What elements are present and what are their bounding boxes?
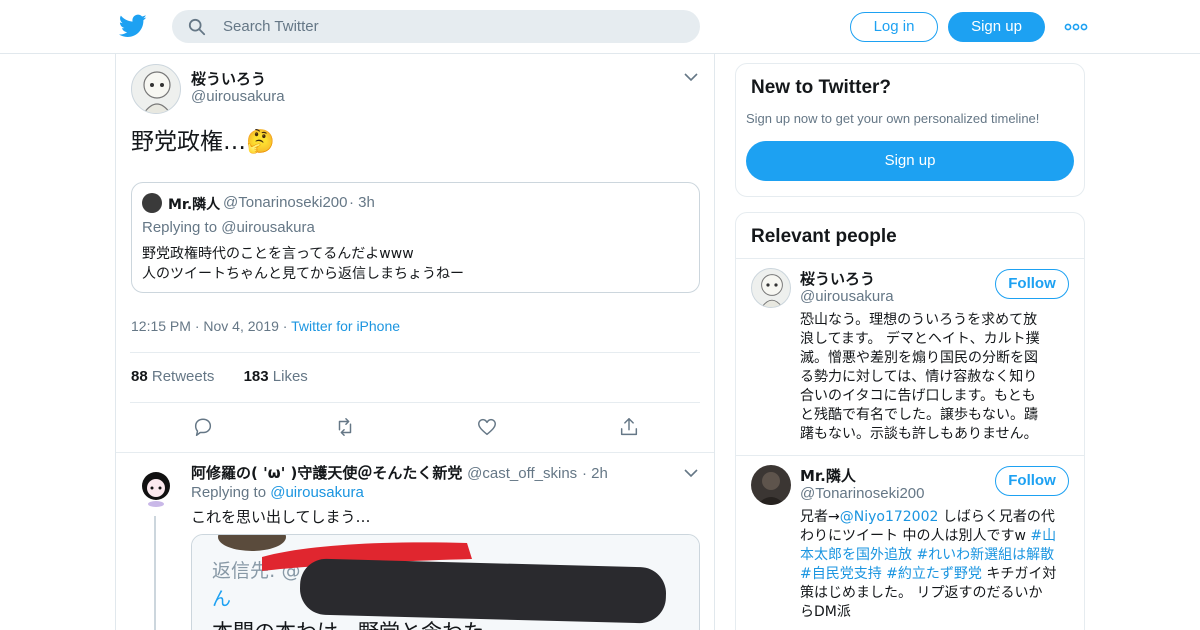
reply-author[interactable]: 阿修羅の( 'ω' )守護天使＠そんたく新党 @cast_off_skins ·… — [191, 462, 608, 483]
tweet-time: 12:15 PM — [131, 318, 191, 334]
reply-author-name[interactable]: 阿修羅の( 'ω' )守護天使＠そんたく新党 — [191, 464, 462, 482]
hashtag-link[interactable]: #自民党支持 — [800, 566, 882, 582]
divider — [130, 402, 700, 403]
likes-stat[interactable]: 183 Likes — [244, 368, 308, 385]
person-bio: 兄者→@Niyo172002 しばらく兄者の代 わりにツイート 中の人は別人です… — [800, 509, 1057, 620]
quote-text-line: 野党政権時代のことを言ってるんだよwww — [142, 246, 414, 262]
top-bar: Search Twitter Log in Sign up — [0, 0, 1200, 54]
reply-author-handle[interactable]: @cast_off_skins — [467, 465, 577, 482]
divider — [116, 452, 714, 453]
tweet-source-link[interactable]: Twitter for iPhone — [291, 318, 400, 334]
redacted-screenshot-icon: 返信先: @ ん 本間の本わけ、野党と含わた — [192, 535, 699, 630]
reply-text: これを思い出してしまう… — [191, 508, 371, 526]
person-name[interactable]: 桜ういろう — [800, 268, 875, 289]
retweet-icon[interactable] — [334, 416, 356, 438]
thread-line — [154, 516, 156, 630]
reply-time: · 2h — [581, 465, 608, 482]
relevant-people-card: Relevant people 桜ういろう @uirousakura Follo… — [735, 212, 1085, 630]
signup-button[interactable]: Sign up — [746, 141, 1074, 181]
hashtag-link[interactable]: #山 — [1030, 528, 1056, 544]
media-text: 本間の本わけ、野党と含わた — [212, 620, 484, 630]
hashtag-link[interactable]: #れいわ新選組は解散 — [912, 547, 1054, 563]
avatar[interactable] — [751, 268, 791, 308]
person-name[interactable]: Mr.隣人 — [800, 465, 856, 486]
person-bio: 恐山なう。理想のういろうを求めて放 浪してます。 デマとヘイト、カルト撲 滅。憎… — [800, 312, 1040, 442]
follow-button[interactable]: Follow — [995, 466, 1069, 496]
signup-button[interactable]: Sign up — [948, 12, 1045, 42]
search-input[interactable]: Search Twitter — [172, 10, 700, 43]
avatar-illustration-icon — [142, 472, 170, 507]
like-icon[interactable] — [476, 416, 498, 438]
new-to-twitter-title: New to Twitter? — [751, 77, 892, 98]
avatar-photo-icon — [757, 472, 785, 505]
hashtag-link[interactable]: #約立たず野党 — [882, 566, 982, 582]
tweet-date: Nov 4, 2019 — [203, 318, 279, 334]
media-text: ん — [212, 588, 231, 610]
quote-time: · 3h — [349, 194, 375, 211]
new-to-twitter-card: New to Twitter? Sign up now to get your … — [735, 63, 1085, 197]
avatar[interactable] — [131, 64, 181, 114]
search-icon — [188, 18, 206, 36]
hashtag-link[interactable]: 本太郎を国外追放 — [800, 547, 912, 563]
divider — [736, 258, 1084, 259]
quote-author-handle: @Tonarinoseki200 — [223, 194, 348, 211]
reply-icon[interactable] — [192, 416, 214, 438]
tweet-author-handle[interactable]: @uirousakura — [191, 88, 285, 105]
avatar[interactable] — [751, 465, 791, 505]
follow-button[interactable]: Follow — [995, 269, 1069, 299]
chevron-down-icon[interactable] — [684, 468, 698, 478]
reply-replying-to: Replying to @uirousakura — [191, 484, 364, 501]
tweet-text: 野党政権…🤔 — [131, 129, 275, 155]
more-dots-icon[interactable] — [1064, 20, 1088, 34]
quoted-tweet[interactable]: Mr.隣人 @Tonarinoseki200 · 3h Replying to … — [131, 182, 700, 293]
tweet-stats: 88 Retweets 183 Likes — [131, 368, 308, 385]
mention-link[interactable]: @Niyo172002 — [840, 509, 939, 525]
divider — [130, 352, 700, 353]
divider — [736, 455, 1084, 456]
login-button[interactable]: Log in — [850, 12, 938, 42]
search-placeholder: Search Twitter — [223, 18, 319, 35]
person-handle[interactable]: @Tonarinoseki200 — [800, 485, 924, 502]
chevron-down-icon[interactable] — [684, 72, 698, 82]
tweet-author-name[interactable]: 桜ういろう — [191, 68, 266, 89]
avatar — [142, 193, 162, 213]
tweet-metadata: 12:15 PM · Nov 4, 2019 · Twitter for iPh… — [131, 318, 401, 334]
quote-text-line: 人のツイートちゃんと見てから返信しまちょうねー — [142, 266, 464, 282]
share-icon[interactable] — [618, 416, 640, 438]
relevant-people-title: Relevant people — [751, 226, 897, 247]
person-handle[interactable]: @uirousakura — [800, 288, 894, 305]
avatar-illustration-icon — [761, 274, 783, 307]
main-timeline: 桜ういろう @uirousakura 野党政権…🤔 Mr.隣人 @Tonarin… — [115, 54, 715, 630]
reply-media-image[interactable]: 返信先: @ ん 本間の本わけ、野党と含わた — [191, 534, 700, 630]
quote-author-name: Mr.隣人 — [168, 197, 221, 213]
new-to-twitter-subtitle: Sign up now to get your own personalized… — [746, 111, 1040, 126]
replying-to-link[interactable]: @uirousakura — [270, 484, 364, 501]
retweets-stat[interactable]: 88 Retweets — [131, 368, 214, 385]
quote-replying-to: Replying to @uirousakura — [142, 219, 315, 236]
avatar-illustration-icon — [143, 71, 171, 113]
twitter-bird-icon[interactable] — [119, 12, 147, 40]
avatar[interactable] — [133, 464, 179, 510]
